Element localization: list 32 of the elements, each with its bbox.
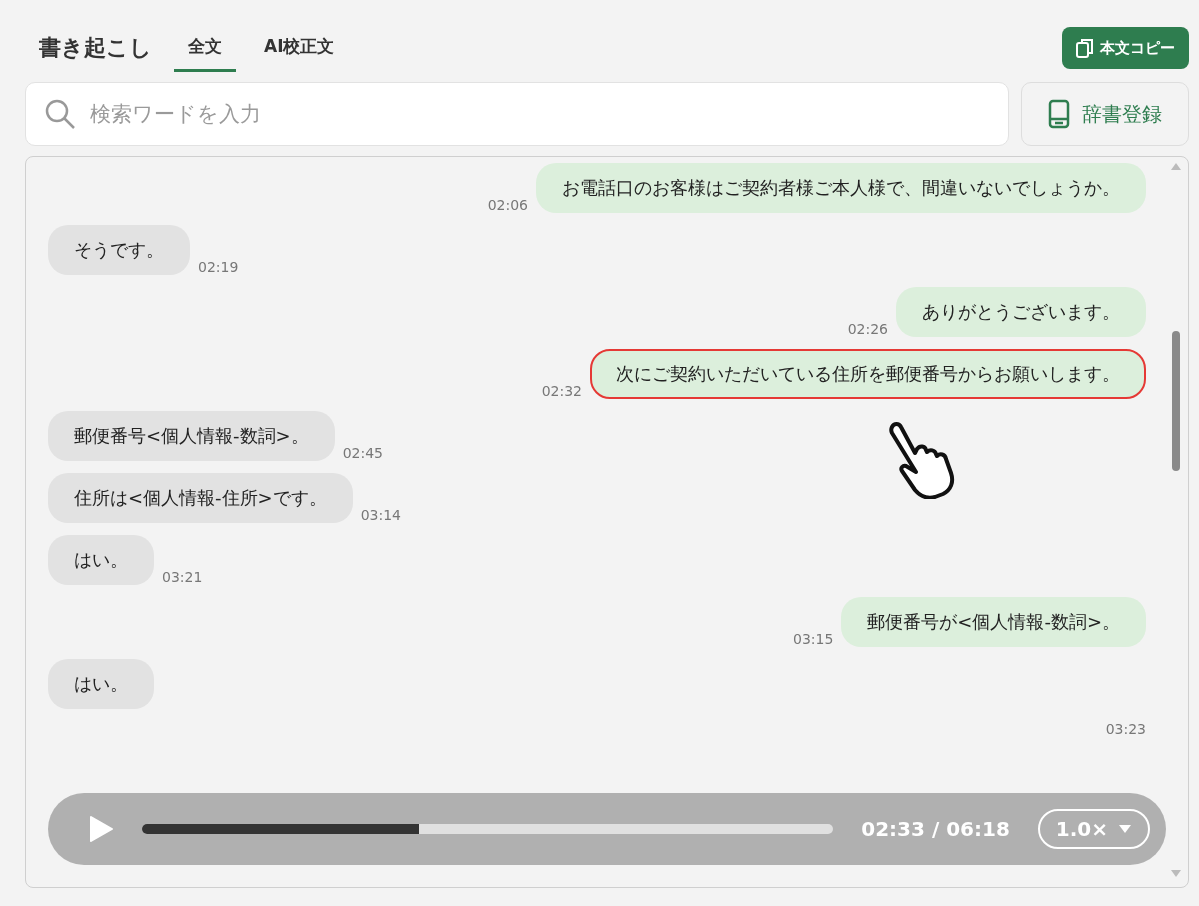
timestamp: 02:26 [847,321,888,337]
message-bubble[interactable]: 郵便番号が<個人情報-数詞>。 [841,597,1146,647]
timestamp: 03:23 [1105,721,1146,737]
message-bubble[interactable]: はい。 [48,659,154,709]
message-bubble[interactable]: 郵便番号<個人情報-数詞>。 [48,411,335,461]
tab[interactable]: 全文 [174,24,236,72]
timestamp: 02:32 [541,383,582,399]
panel-title: 書き起こし [39,34,152,62]
tab[interactable]: AI校正文 [250,24,349,72]
dictionary-button[interactable]: 辞書登録 [1021,82,1189,146]
playback-time: 02:33 / 06:18 [861,817,1010,841]
copy-button[interactable]: 本文コピー [1062,27,1189,69]
search-input[interactable]: 検索ワードを入力 [88,101,990,127]
search-icon [44,98,76,130]
search-field[interactable]: 検索ワードを入力 [25,82,1009,146]
message-bubble[interactable]: ありがとうございます。 [896,287,1146,337]
message-bubble[interactable]: はい。 [48,535,154,585]
timestamp: 03:14 [360,507,402,523]
timestamp: 03:21 [162,569,203,585]
message-bubble[interactable]: 住所は<個人情報-住所>です。 [48,473,353,523]
message-bubble[interactable]: お電話口のお客様はご契約者様ご本人様で、間違いないでしょうか。 [536,163,1146,213]
book-icon [1048,99,1070,129]
message-bubble[interactable]: そうです。 [48,225,190,275]
progress-track[interactable] [142,824,834,834]
timestamp: 02:45 [342,445,384,461]
message-bubble[interactable]: 次にご契約いただいている住所を郵便番号からお願いします。 [590,349,1146,399]
caret-icon [1118,824,1132,834]
play-icon[interactable] [88,815,114,843]
timestamp: 02:19 [198,259,239,275]
copy-icon [1076,38,1094,58]
timestamp: 02:06 [487,197,528,213]
timestamp: 03:15 [792,631,834,647]
